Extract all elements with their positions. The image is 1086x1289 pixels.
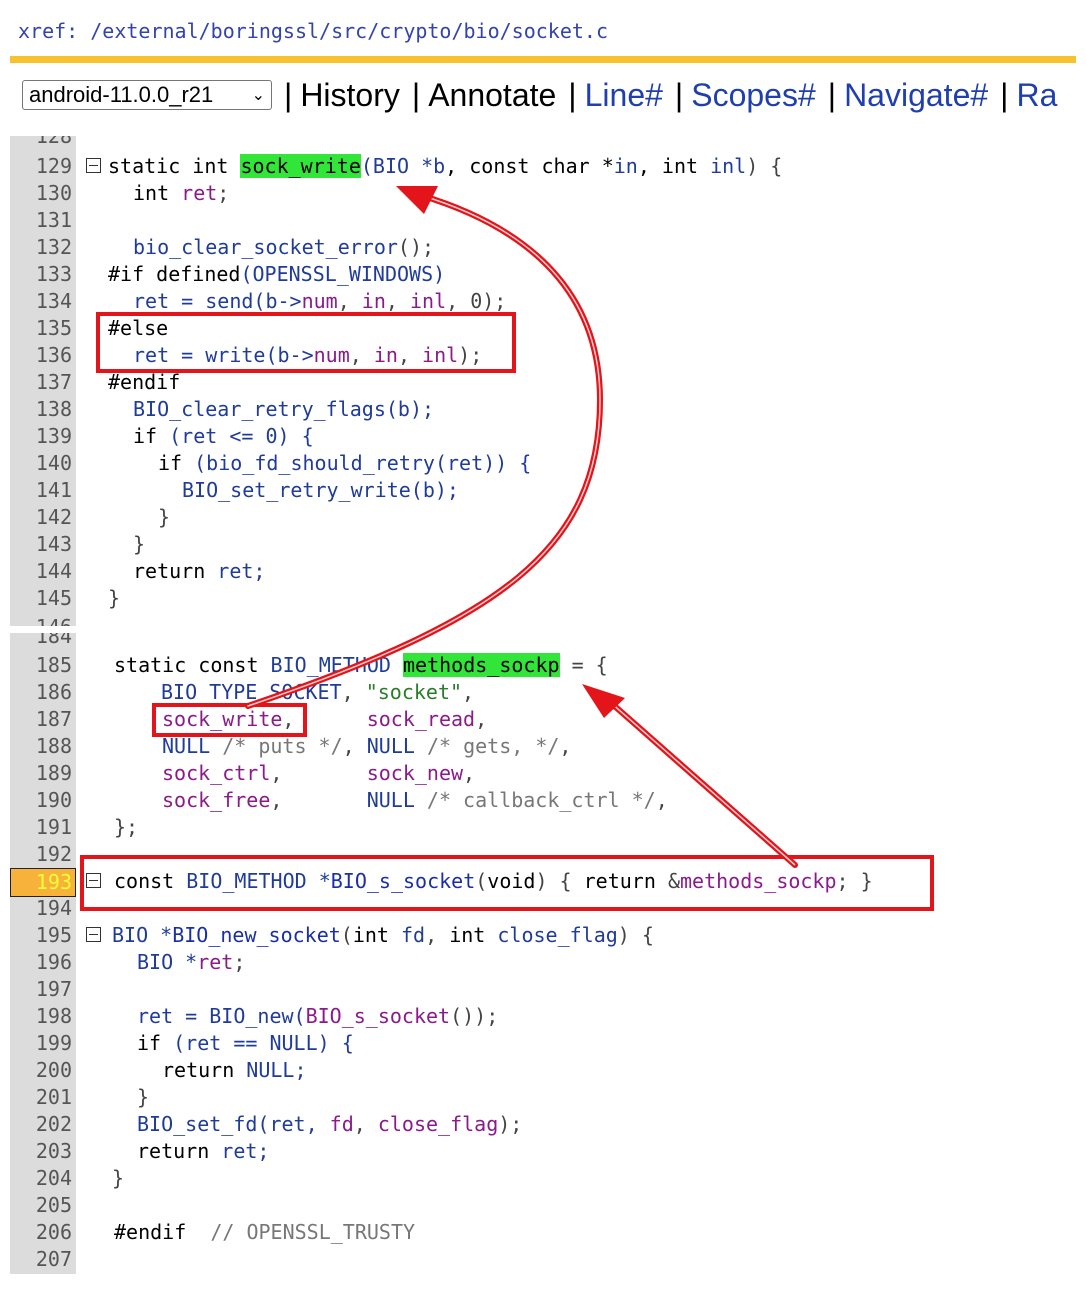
annotation-arrows [245, 186, 798, 868]
annotation-arrow [245, 192, 604, 709]
